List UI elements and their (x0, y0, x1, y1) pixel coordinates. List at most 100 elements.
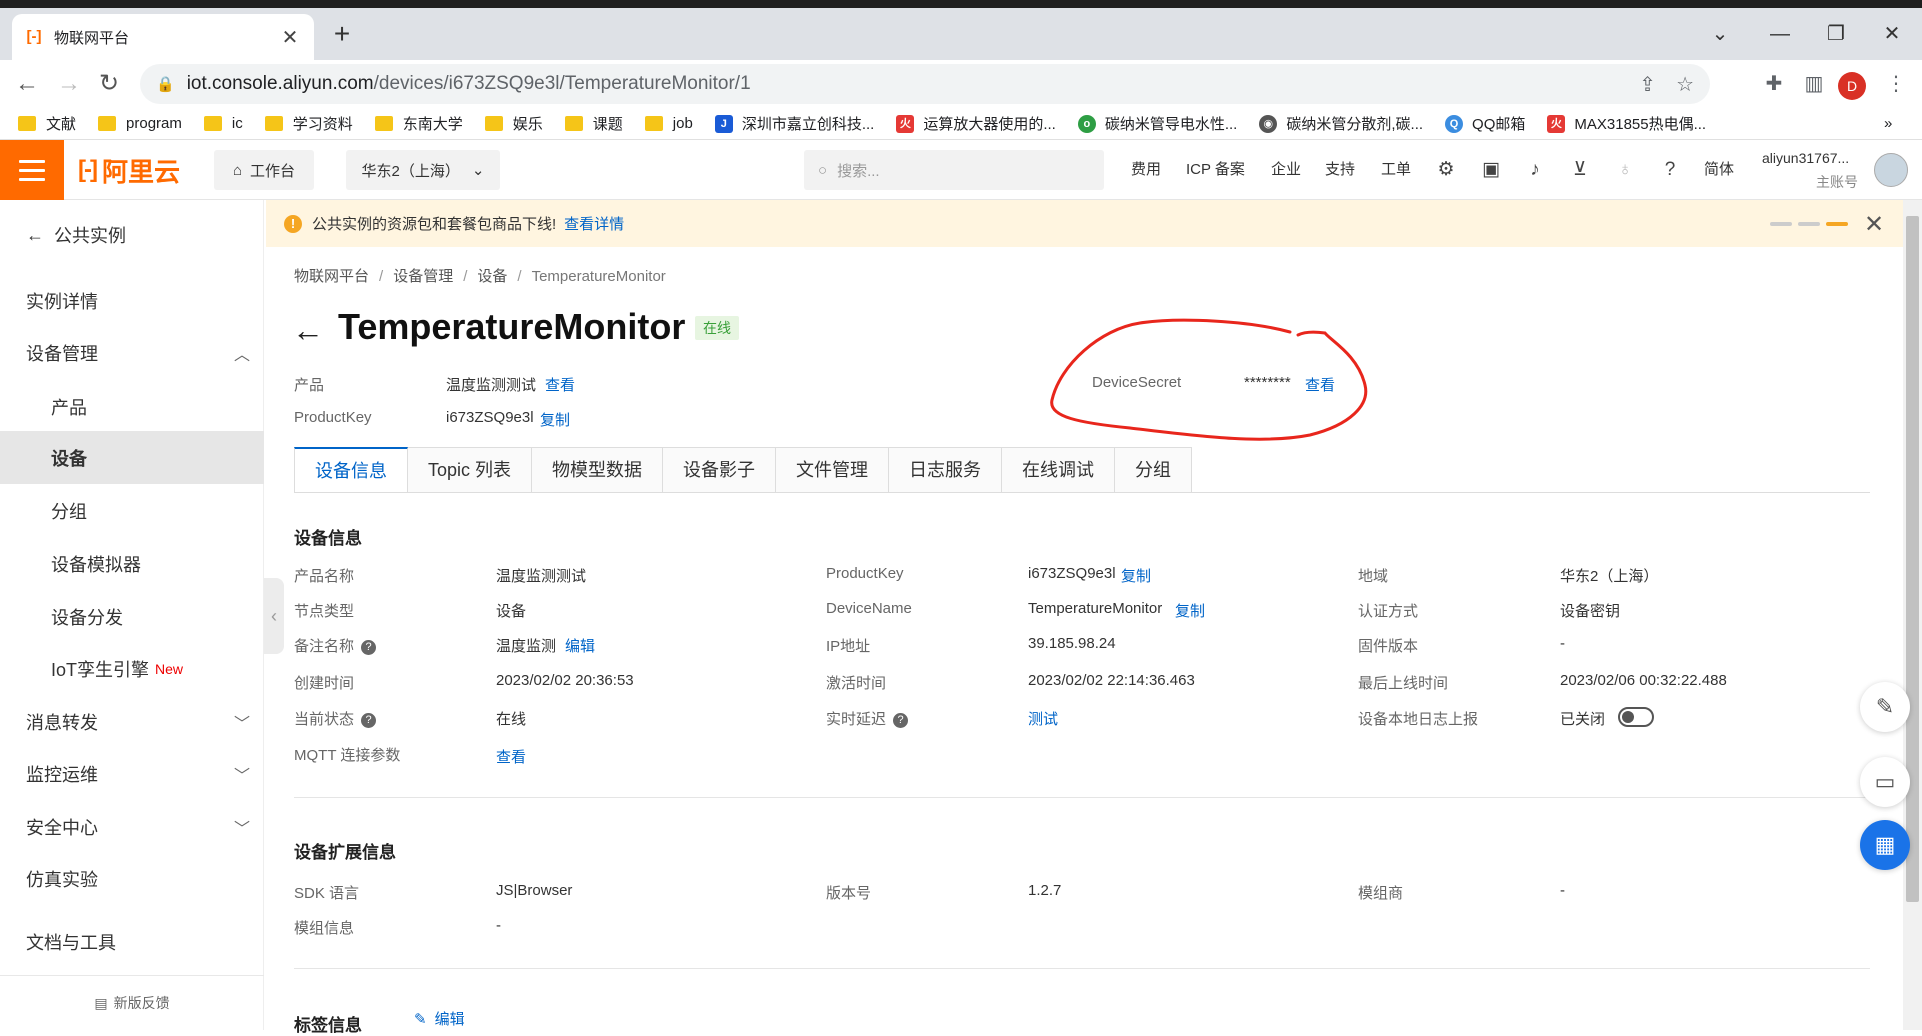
remark-edit-link[interactable]: 编辑 (565, 635, 595, 656)
browser-tab[interactable]: [-] 物联网平台 ✕ (12, 14, 314, 60)
account-name[interactable]: aliyun31767... (1762, 150, 1849, 166)
region-select[interactable]: 华东2（上海） ⌄ (346, 150, 500, 190)
help-icon[interactable]: ? (893, 712, 909, 728)
tab-device-shadow[interactable]: 设备影子 (663, 447, 777, 493)
local-log-toggle[interactable] (1618, 707, 1654, 727)
reload-icon[interactable]: ↻ (92, 68, 126, 100)
scrollbar-thumb[interactable] (1906, 216, 1919, 902)
bookmark-link[interactable]: J 深圳市嘉立创科技... (714, 113, 874, 134)
breadcrumb-device-mgmt[interactable]: 设备管理 (393, 268, 453, 285)
sidebar-item-iot-twin[interactable]: IoT孪生引擎 New (0, 652, 264, 686)
bookmark-link[interactable]: o 碳纳米管导电水性... (1077, 113, 1237, 134)
sidebar-item-device-simulator[interactable]: 设备模拟器 (0, 547, 264, 581)
tab-close-icon[interactable]: ✕ (278, 25, 302, 50)
nav-billing[interactable]: 费用 (1131, 140, 1161, 200)
lightbulb-icon[interactable]: ♁ (1613, 158, 1637, 182)
tab-log-service[interactable]: 日志服务 (889, 447, 1003, 493)
bookmark-star-icon[interactable]: ☆ (1676, 72, 1694, 97)
search-input[interactable]: ○ 搜索... (804, 150, 1104, 190)
sidebar-item-device-mgmt[interactable]: 设备管理 ︿ (0, 336, 264, 370)
productkey-copy-link[interactable]: 复制 (540, 409, 570, 430)
chat-floating-icon[interactable]: ▭ (1860, 757, 1910, 807)
tab-search-chevron-icon[interactable]: ⌄ (1690, 16, 1750, 52)
sidebar-item-monitoring[interactable]: 监控运维 ﹀ (0, 757, 264, 791)
forward-arrow-icon[interactable]: → (52, 68, 86, 100)
user-avatar[interactable] (1874, 153, 1908, 187)
nav-support[interactable]: 支持 (1325, 140, 1355, 200)
aliyun-logo[interactable]: [-] 阿里云 (78, 154, 180, 187)
page-scrollbar[interactable] (1903, 200, 1922, 1030)
product-view-link[interactable]: 查看 (545, 374, 575, 395)
restore-button[interactable]: ❐ (1806, 16, 1866, 52)
new-tab-button[interactable]: + (325, 18, 359, 52)
profile-avatar[interactable]: D (1838, 72, 1866, 100)
tab-file-mgmt[interactable]: 文件管理 (776, 447, 890, 493)
sidebar-collapse-handle[interactable]: ‹ (264, 578, 284, 654)
edit-floating-icon[interactable]: ✎ (1860, 682, 1910, 732)
code-icon[interactable]: ⚙ (1434, 158, 1458, 182)
bookmark-link[interactable]: 火运算放大器使用的... (896, 113, 1056, 134)
sidebar-item-device-distribution[interactable]: 设备分发 (0, 600, 264, 634)
tab-topic-list[interactable]: Topic 列表 (408, 447, 533, 493)
language-switch[interactable]: 简体 (1704, 140, 1734, 200)
tab-device-info[interactable]: 设备信息 (294, 447, 408, 493)
bookmark-folder[interactable]: 娱乐 (484, 113, 543, 134)
sidebar-item-group[interactable]: 分组 (0, 494, 264, 528)
bookmark-folder[interactable]: job (644, 115, 693, 132)
share-icon[interactable]: ⇪ (1639, 72, 1656, 97)
bookmark-folder[interactable]: program (98, 115, 182, 132)
close-window-button[interactable]: ✕ (1862, 16, 1922, 52)
address-bar[interactable]: 🔒 iot.console.aliyun.com/devices/i673ZSQ… (140, 64, 1710, 104)
bookmark-folder[interactable]: 文献 (18, 113, 76, 134)
breadcrumb-device[interactable]: 设备 (477, 268, 507, 285)
minimize-button[interactable]: — (1750, 16, 1810, 52)
nav-enterprise[interactable]: 企业 (1271, 140, 1301, 200)
notice-close-icon[interactable]: ✕ (1864, 210, 1884, 239)
bookmark-folder[interactable]: 课题 (564, 113, 623, 134)
tags-edit-link[interactable]: ✎ 编辑 (414, 1008, 465, 1029)
sidebar-item-instance-detail[interactable]: 实例详情 (0, 284, 264, 318)
extensions-puzzle-icon[interactable]: ✚ (1758, 68, 1790, 100)
bookmark-link[interactable]: ◉ 碳纳米管分散剂,碳... (1259, 113, 1423, 134)
cart-icon[interactable]: ⊻ (1568, 158, 1592, 182)
sidebar-item-security[interactable]: 安全中心 ﹀ (0, 810, 264, 844)
sidebar-item-message-forward[interactable]: 消息转发 ﹀ (0, 705, 264, 739)
bookmark-folder[interactable]: 东南大学 (374, 113, 463, 134)
notice-detail-link[interactable]: 查看详情 (564, 213, 624, 234)
sidebar-item-docs-tools[interactable]: 文档与工具 (0, 925, 264, 959)
tab-online-debug[interactable]: 在线调试 (1002, 447, 1116, 493)
sidebar-item-device[interactable]: 设备 (0, 431, 264, 484)
back-arrow-icon[interactable]: ← (10, 68, 44, 100)
side-panel-icon[interactable]: ▥ (1798, 68, 1830, 100)
tab-thing-model-data[interactable]: 物模型数据 (532, 447, 664, 493)
breadcrumb-iot[interactable]: 物联网平台 (294, 268, 369, 285)
workbench-button[interactable]: ⌂ 工作台 (214, 150, 314, 190)
back-to-public-instance[interactable]: ← 公共实例 (0, 218, 264, 252)
apps-floating-icon[interactable]: ▦ (1860, 820, 1910, 870)
bookmarks-overflow[interactable]: » (1884, 115, 1892, 132)
devicename-copy-link[interactable]: 复制 (1175, 600, 1205, 621)
help-icon[interactable]: ? (361, 639, 377, 655)
browser-menu-icon[interactable]: ⋮ (1880, 68, 1912, 100)
sidebar-item-simulation[interactable]: 仿真实验 (0, 862, 264, 896)
terminal-icon[interactable]: ▣ (1479, 158, 1503, 182)
latency-test-link[interactable]: 测试 (1028, 708, 1058, 729)
nav-icp[interactable]: ICP 备案 (1186, 140, 1245, 200)
bookmark-folder[interactable]: ic (203, 115, 243, 132)
bookmark-folder[interactable]: 学习资料 (264, 113, 353, 134)
nav-ticket[interactable]: 工单 (1381, 140, 1411, 200)
page-back-arrow-icon[interactable]: ← (292, 312, 324, 349)
bookmark-link[interactable]: Q QQ邮箱 (1445, 113, 1525, 134)
sidebar-item-product[interactable]: 产品 (0, 390, 264, 424)
pk-copy-link[interactable]: 复制 (1121, 565, 1151, 586)
feedback-button[interactable]: ▤ 新版反馈 (0, 975, 264, 1030)
mqtt-view-link[interactable]: 查看 (496, 746, 526, 767)
bookmark-link[interactable]: 火 MAX31855热电偶... (1547, 113, 1706, 134)
bell-icon[interactable]: ♪ (1523, 158, 1547, 182)
info-label: MQTT 连接参数 (294, 747, 401, 764)
hamburger-menu-icon[interactable] (0, 140, 64, 200)
tab-group[interactable]: 分组 (1115, 447, 1193, 493)
help-icon[interactable]: ? (361, 712, 377, 728)
help-icon[interactable]: ? (1658, 158, 1682, 182)
notice-carousel-dots[interactable] (1770, 222, 1848, 226)
